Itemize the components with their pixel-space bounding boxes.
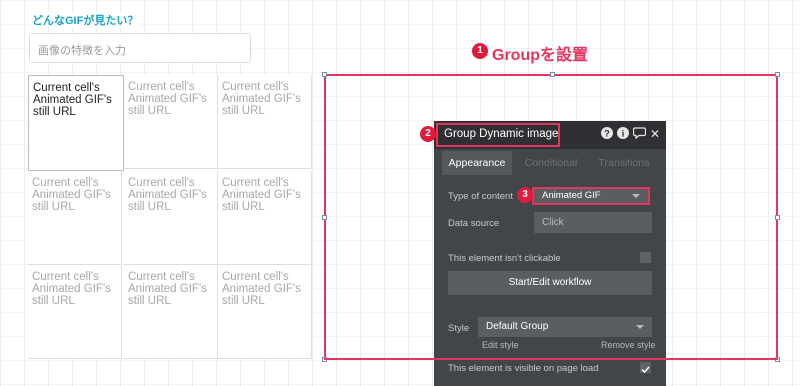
data-source-value: Click xyxy=(542,217,564,228)
search-input[interactable]: 画像の特徴を入力 xyxy=(29,33,251,63)
grid-cell[interactable]: Current cell's Animated GIF's still URL xyxy=(218,75,312,169)
visible-on-load-label: This element is visible on page load xyxy=(448,363,599,374)
tab-transitions[interactable]: Transitions xyxy=(588,151,660,175)
data-source-field[interactable]: Click xyxy=(534,212,652,233)
style-label: Style xyxy=(448,323,470,334)
info-icon[interactable]: i xyxy=(616,127,630,141)
panel-header[interactable]: Group Dynamic image ? i ✕ xyxy=(434,121,666,149)
data-source-label: Data source xyxy=(448,218,500,229)
style-value: Default Group xyxy=(486,321,549,332)
grid-cell[interactable]: Current cell's Animated GIF's still URL xyxy=(124,171,218,265)
annotation-badge-1: 1 xyxy=(472,43,488,59)
resize-handle[interactable] xyxy=(322,72,327,77)
remove-style-link[interactable]: Remove style xyxy=(601,340,656,350)
grid-cell[interactable]: Current cell's Animated GIF's still URL xyxy=(218,265,312,359)
grid-cell[interactable]: Current cell's Animated GIF's still URL xyxy=(28,171,122,265)
annotation-badge-2: 2 xyxy=(420,126,436,142)
resize-handle[interactable] xyxy=(550,72,555,77)
type-highlight xyxy=(532,187,650,205)
question-label: どんなGIFが見たい？ xyxy=(30,12,141,28)
visible-checkbox[interactable] xyxy=(640,362,651,374)
resize-handle[interactable] xyxy=(322,215,327,220)
svg-text:?: ? xyxy=(604,129,610,139)
group-frame-bottom-edge xyxy=(324,358,778,360)
resize-handle[interactable] xyxy=(775,215,780,220)
check-icon xyxy=(641,366,650,374)
edit-style-link[interactable]: Edit style xyxy=(482,340,519,350)
property-editor-panel: Group Dynamic image ? i ✕ Appearance Con… xyxy=(434,121,666,386)
grid-cell[interactable]: Current cell's Animated GIF's still URL xyxy=(124,75,218,169)
search-placeholder: 画像の特徴を入力 xyxy=(38,45,126,57)
style-dropdown[interactable]: Default Group xyxy=(478,317,652,337)
type-of-content-label: Type of content xyxy=(448,191,513,202)
tab-appearance[interactable]: Appearance xyxy=(442,151,512,175)
annotation-badge-3: 3 xyxy=(517,187,533,203)
clickable-label: This element isn't clickable xyxy=(448,253,561,264)
repeating-group: Current cell's Animated GIF's still URL … xyxy=(28,75,312,359)
clickable-checkbox[interactable] xyxy=(640,252,651,263)
grid-cell[interactable]: Current cell's Animated GIF's still URL xyxy=(124,265,218,359)
annotation-callout: Groupを設置 xyxy=(492,47,588,64)
close-icon[interactable]: ✕ xyxy=(648,127,662,141)
grid-cell[interactable]: Current cell's Animated GIF's still URL xyxy=(28,75,124,171)
resize-handle[interactable] xyxy=(775,72,780,77)
grid-cell[interactable]: Current cell's Animated GIF's still URL xyxy=(28,265,122,359)
tab-conditional[interactable]: Conditional xyxy=(516,151,586,175)
comment-icon[interactable] xyxy=(632,127,646,141)
grid-cell[interactable]: Current cell's Animated GIF's still URL xyxy=(218,171,312,265)
element-name[interactable]: Group Dynamic image xyxy=(444,128,558,140)
help-icon[interactable]: ? xyxy=(600,127,614,141)
start-edit-workflow-button[interactable]: Start/Edit workflow xyxy=(448,271,652,295)
chevron-down-icon xyxy=(636,325,644,329)
